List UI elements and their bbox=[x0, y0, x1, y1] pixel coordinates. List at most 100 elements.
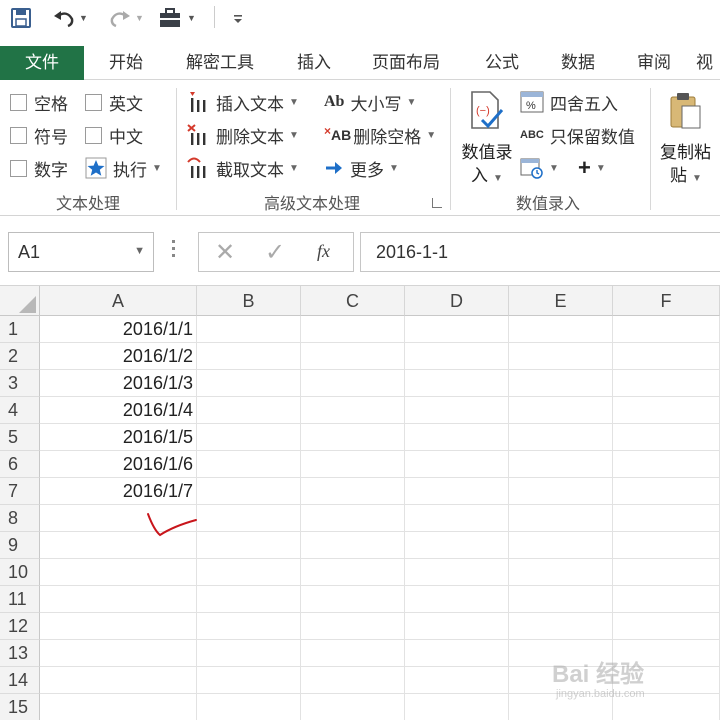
cell-a10[interactable] bbox=[40, 559, 197, 586]
row-header[interactable]: 1 bbox=[0, 316, 40, 343]
more-button[interactable]: 更多 ▼ bbox=[324, 155, 399, 181]
row-header[interactable]: 4 bbox=[0, 397, 40, 424]
tab-data[interactable]: 数据 bbox=[548, 46, 608, 80]
checkbox-box[interactable] bbox=[10, 126, 27, 144]
cell-e1[interactable] bbox=[509, 316, 613, 343]
cell-d9[interactable] bbox=[405, 532, 509, 559]
cell-f8[interactable] bbox=[613, 505, 720, 532]
cell-f9[interactable] bbox=[613, 532, 720, 559]
column-header-a[interactable]: A bbox=[40, 286, 197, 316]
row-header[interactable]: 5 bbox=[0, 424, 40, 451]
delete-space-button[interactable]: × AB 删除空格 ▼ bbox=[324, 122, 436, 148]
cell-b3[interactable] bbox=[197, 370, 301, 397]
column-header-b[interactable]: B bbox=[197, 286, 301, 316]
checkbox-box[interactable] bbox=[10, 159, 27, 177]
cell-c14[interactable] bbox=[301, 667, 405, 694]
tab-decrypt-tools[interactable]: 解密工具 bbox=[176, 46, 264, 80]
cell-f6[interactable] bbox=[613, 451, 720, 478]
cell-d10[interactable] bbox=[405, 559, 509, 586]
column-header-e[interactable]: E bbox=[509, 286, 613, 316]
cell-b13[interactable] bbox=[197, 640, 301, 667]
cell-c5[interactable] bbox=[301, 424, 405, 451]
customize-quick-access-button[interactable] bbox=[232, 6, 244, 30]
tab-review[interactable]: 审阅 bbox=[624, 46, 684, 80]
row-header[interactable]: 14 bbox=[0, 667, 40, 694]
column-header-d[interactable]: D bbox=[405, 286, 509, 316]
add-button[interactable]: + ▼ bbox=[578, 155, 606, 181]
cell-c7[interactable] bbox=[301, 478, 405, 505]
tab-view[interactable]: 视 bbox=[696, 46, 720, 80]
change-case-button[interactable]: Ab 大小写 ▼ bbox=[324, 89, 416, 115]
cell-b8[interactable] bbox=[197, 505, 301, 532]
cell-e10[interactable] bbox=[509, 559, 613, 586]
cell-f2[interactable] bbox=[613, 343, 720, 370]
cell-a7[interactable]: 2016/1/7 bbox=[40, 478, 197, 505]
cell-d12[interactable] bbox=[405, 613, 509, 640]
cell-d4[interactable] bbox=[405, 397, 509, 424]
toolbox-button[interactable]: ▼ bbox=[158, 6, 196, 30]
cell-f4[interactable] bbox=[613, 397, 720, 424]
cell-d15[interactable] bbox=[405, 694, 509, 720]
cell-b2[interactable] bbox=[197, 343, 301, 370]
extract-text-button[interactable]: 截取文本 ▼ bbox=[186, 155, 299, 181]
checkbox-number[interactable]: 数字 bbox=[10, 155, 68, 181]
row-header[interactable]: 11 bbox=[0, 586, 40, 613]
undo-button[interactable]: ▼ bbox=[52, 6, 88, 30]
cell-c4[interactable] bbox=[301, 397, 405, 424]
cell-c3[interactable] bbox=[301, 370, 405, 397]
cell-c1[interactable] bbox=[301, 316, 405, 343]
checkbox-box[interactable] bbox=[85, 93, 102, 111]
cell-f7[interactable] bbox=[613, 478, 720, 505]
chevron-down-icon[interactable]: ▼ bbox=[134, 245, 145, 257]
cell-a12[interactable] bbox=[40, 613, 197, 640]
cell-d11[interactable] bbox=[405, 586, 509, 613]
tab-home[interactable]: 开始 bbox=[96, 46, 156, 80]
cell-e9[interactable] bbox=[509, 532, 613, 559]
row-header[interactable]: 3 bbox=[0, 370, 40, 397]
cell-a6[interactable]: 2016/1/6 bbox=[40, 451, 197, 478]
cell-f5[interactable] bbox=[613, 424, 720, 451]
cell-e3[interactable] bbox=[509, 370, 613, 397]
cell-c2[interactable] bbox=[301, 343, 405, 370]
row-header[interactable]: 10 bbox=[0, 559, 40, 586]
checkbox-box[interactable] bbox=[85, 126, 102, 144]
checkbox-english[interactable]: 英文 bbox=[85, 89, 143, 115]
checkmark-icon[interactable]: ✓ bbox=[265, 238, 285, 267]
row-header[interactable]: 9 bbox=[0, 532, 40, 559]
row-header[interactable]: 2 bbox=[0, 343, 40, 370]
cell-a15[interactable] bbox=[40, 694, 197, 720]
cell-c12[interactable] bbox=[301, 613, 405, 640]
copy-paste-button[interactable]: 复制粘 贴 ▼ bbox=[656, 88, 720, 188]
cell-a3[interactable]: 2016/1/3 bbox=[40, 370, 197, 397]
tab-insert[interactable]: 插入 bbox=[284, 46, 344, 80]
cell-e2[interactable] bbox=[509, 343, 613, 370]
row-header[interactable]: 12 bbox=[0, 613, 40, 640]
cell-e4[interactable] bbox=[509, 397, 613, 424]
cell-c9[interactable] bbox=[301, 532, 405, 559]
cell-b15[interactable] bbox=[197, 694, 301, 720]
cell-b9[interactable] bbox=[197, 532, 301, 559]
cell-b10[interactable] bbox=[197, 559, 301, 586]
cell-d2[interactable] bbox=[405, 343, 509, 370]
cancel-icon[interactable]: ✕ bbox=[215, 238, 235, 267]
date-picker-button[interactable]: ▼ bbox=[520, 155, 559, 181]
cell-d13[interactable] bbox=[405, 640, 509, 667]
row-header[interactable]: 7 bbox=[0, 478, 40, 505]
cell-d5[interactable] bbox=[405, 424, 509, 451]
row-header[interactable]: 8 bbox=[0, 505, 40, 532]
delete-text-button[interactable]: 删除文本 ▼ bbox=[186, 122, 299, 148]
cell-c8[interactable] bbox=[301, 505, 405, 532]
cell-a13[interactable] bbox=[40, 640, 197, 667]
cell-b7[interactable] bbox=[197, 478, 301, 505]
insert-function-icon[interactable]: fx bbox=[317, 241, 330, 262]
cell-b1[interactable] bbox=[197, 316, 301, 343]
cell-b14[interactable] bbox=[197, 667, 301, 694]
cell-f10[interactable] bbox=[613, 559, 720, 586]
cell-c10[interactable] bbox=[301, 559, 405, 586]
tab-formulas[interactable]: 公式 bbox=[472, 46, 532, 80]
cell-b6[interactable] bbox=[197, 451, 301, 478]
cell-e11[interactable] bbox=[509, 586, 613, 613]
column-header-c[interactable]: C bbox=[301, 286, 405, 316]
keep-values-button[interactable]: ABC 只保留数值 bbox=[520, 122, 635, 148]
tab-page-layout[interactable]: 页面布局 bbox=[362, 46, 450, 80]
